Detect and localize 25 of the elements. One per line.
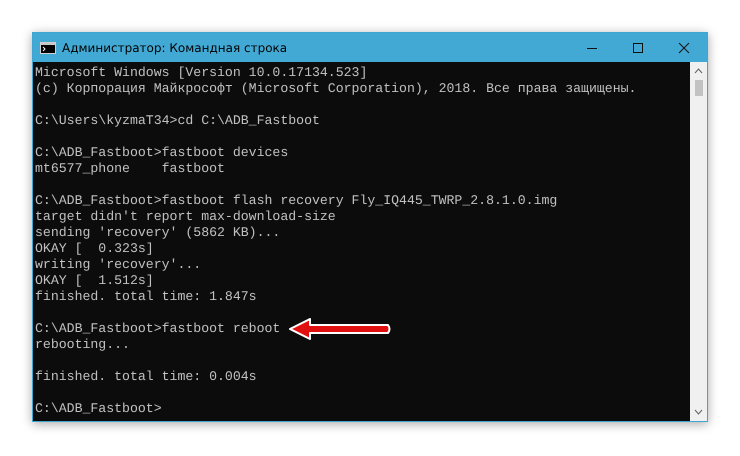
console-line: OKAY [ 1.512s] (35, 273, 154, 288)
console-line: OKAY [ 0.323s] (35, 241, 154, 256)
console-icon (40, 42, 56, 54)
close-icon[interactable] (678, 42, 690, 54)
console-line: C:\ADB_Fastboot>fastboot reboot (35, 321, 280, 336)
console-line: sending 'recovery' (5862 KB)... (35, 225, 280, 240)
window-title: Администратор: Командная строка (62, 40, 288, 54)
scroll-thumb[interactable] (694, 80, 702, 96)
scroll-down-icon[interactable] (694, 409, 703, 415)
console-line: rebooting... (35, 337, 130, 352)
console-line: Microsoft Windows [Version 10.0.17134.523] (35, 65, 368, 80)
console-line: C:\ADB_Fastboot>fastboot flash recovery Fly_IQ445_TWRP_2.8.1.0.img (35, 193, 558, 208)
console-line: C:\ADB_Fastboot> (35, 401, 162, 416)
console-line: C:\ADB_Fastboot>fastboot devices (35, 145, 288, 160)
arrow-icon (288, 317, 392, 341)
console-line: mt6577_phone fastboot (35, 161, 225, 176)
console-line: writing 'recovery'... (35, 257, 202, 272)
console-line: finished. total time: 1.847s (35, 289, 257, 304)
console-line: C:\Users\kyzmaT34>cd C:\ADB_Fastboot (35, 113, 320, 128)
scrollbar[interactable] (690, 62, 707, 421)
console-line: finished. total time: 0.004s (35, 369, 257, 384)
scroll-up-icon[interactable] (694, 68, 703, 74)
console-line: (c) Корпорация Майкрософт (Microsoft Corporation), 2018. Все права защищены. (35, 81, 636, 96)
console-line: target didn't report max-download-size (35, 209, 336, 224)
maximize-icon[interactable] (632, 42, 644, 54)
